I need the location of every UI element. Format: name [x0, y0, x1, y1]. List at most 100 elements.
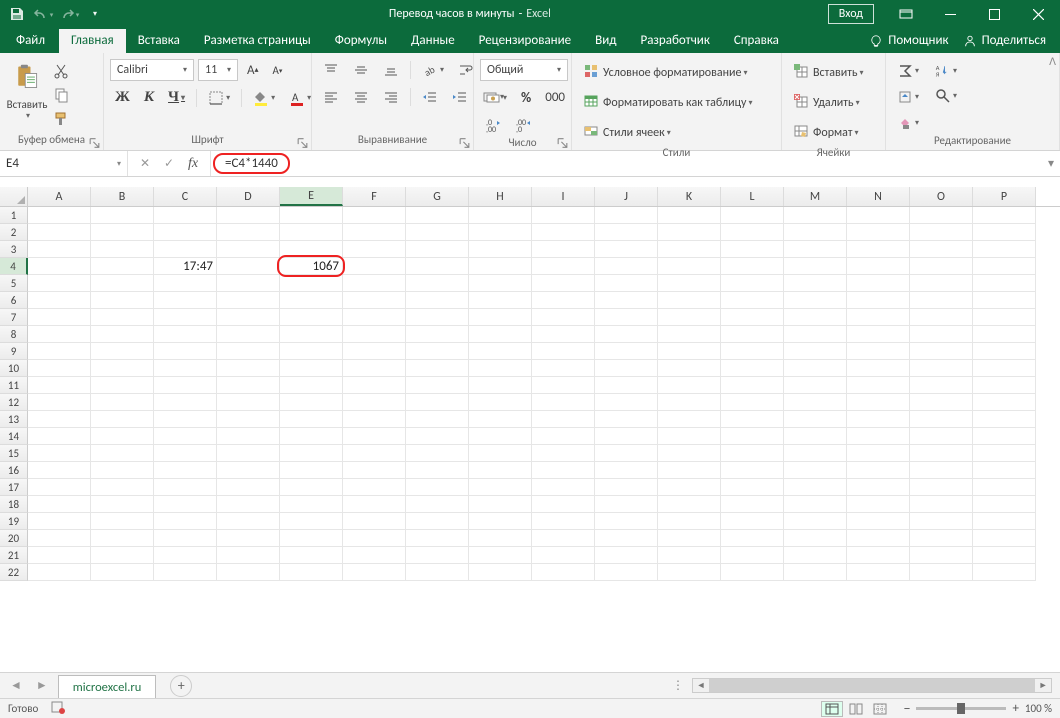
cell[interactable]: [532, 547, 595, 564]
cell[interactable]: [532, 462, 595, 479]
cell[interactable]: [658, 479, 721, 496]
cell[interactable]: [28, 275, 91, 292]
cell[interactable]: [217, 564, 280, 581]
cell[interactable]: [910, 360, 973, 377]
cell[interactable]: [721, 326, 784, 343]
cell[interactable]: [91, 377, 154, 394]
cell[interactable]: [595, 360, 658, 377]
cell[interactable]: [91, 513, 154, 530]
align-middle-icon[interactable]: [349, 60, 373, 80]
column-header[interactable]: D: [217, 187, 280, 206]
cell[interactable]: [595, 547, 658, 564]
cell[interactable]: [721, 224, 784, 241]
cell[interactable]: [28, 377, 91, 394]
cell[interactable]: [154, 377, 217, 394]
cell[interactable]: [280, 377, 343, 394]
border-icon[interactable]: [204, 88, 234, 108]
cell[interactable]: [280, 309, 343, 326]
cell[interactable]: [847, 309, 910, 326]
cell[interactable]: [658, 530, 721, 547]
cell[interactable]: [532, 564, 595, 581]
cell[interactable]: [973, 360, 1036, 377]
cell[interactable]: [469, 462, 532, 479]
cell[interactable]: [784, 394, 847, 411]
tab-formulas[interactable]: Формулы: [323, 29, 399, 53]
cell[interactable]: [28, 207, 91, 224]
cell[interactable]: [721, 360, 784, 377]
cell[interactable]: [343, 547, 406, 564]
cell[interactable]: [595, 479, 658, 496]
sheet-nav-next-icon[interactable]: ►: [36, 678, 48, 693]
clipboard-launcher-icon[interactable]: [88, 136, 101, 149]
cell[interactable]: [28, 513, 91, 530]
cell[interactable]: [910, 445, 973, 462]
cell[interactable]: [721, 207, 784, 224]
cell[interactable]: [154, 292, 217, 309]
tab-view[interactable]: Вид: [583, 29, 628, 53]
cell[interactable]: [721, 394, 784, 411]
column-header[interactable]: O: [910, 187, 973, 206]
cell[interactable]: [406, 496, 469, 513]
fill-icon[interactable]: [893, 87, 923, 107]
cell[interactable]: [847, 224, 910, 241]
cell[interactable]: [595, 377, 658, 394]
cell[interactable]: [532, 275, 595, 292]
cell[interactable]: [847, 547, 910, 564]
cell[interactable]: [784, 411, 847, 428]
expand-formula-bar-icon[interactable]: ▾: [1042, 151, 1060, 176]
cell[interactable]: [91, 258, 154, 275]
cell[interactable]: [217, 326, 280, 343]
cell[interactable]: [532, 513, 595, 530]
column-header[interactable]: N: [847, 187, 910, 206]
cell[interactable]: [280, 343, 343, 360]
cell[interactable]: [469, 564, 532, 581]
zoom-out-icon[interactable]: −: [903, 700, 910, 717]
row-header[interactable]: 5: [0, 275, 28, 292]
cell[interactable]: [406, 224, 469, 241]
cell[interactable]: [280, 547, 343, 564]
cell[interactable]: 1067: [280, 258, 343, 275]
conditional-formatting[interactable]: Условное форматирование: [579, 61, 751, 85]
scroll-thumb[interactable]: [709, 679, 1035, 692]
cell[interactable]: [595, 445, 658, 462]
cell[interactable]: [658, 292, 721, 309]
cell[interactable]: [658, 564, 721, 581]
cell[interactable]: [154, 275, 217, 292]
find-select-icon[interactable]: [931, 86, 961, 106]
cell[interactable]: [406, 547, 469, 564]
cell[interactable]: [532, 343, 595, 360]
cell[interactable]: [28, 428, 91, 445]
cell[interactable]: [721, 411, 784, 428]
cell[interactable]: [847, 207, 910, 224]
cell[interactable]: [847, 241, 910, 258]
cell[interactable]: [91, 428, 154, 445]
align-top-icon[interactable]: [319, 60, 343, 80]
alignment-launcher-icon[interactable]: [458, 136, 471, 149]
indent-increase-icon[interactable]: [448, 87, 472, 107]
cell[interactable]: [973, 292, 1036, 309]
decrease-decimal-icon[interactable]: ,00,0: [511, 115, 535, 135]
cell[interactable]: [784, 275, 847, 292]
cell[interactable]: [784, 360, 847, 377]
cell[interactable]: [154, 445, 217, 462]
undo-icon[interactable]: ▾: [32, 3, 54, 25]
cell-styles[interactable]: Стили ячеек: [579, 121, 675, 145]
cell[interactable]: [280, 428, 343, 445]
cell[interactable]: [343, 292, 406, 309]
cell[interactable]: [973, 496, 1036, 513]
cell[interactable]: [658, 428, 721, 445]
delete-cells[interactable]: Удалить: [789, 91, 864, 115]
cell[interactable]: [784, 530, 847, 547]
cell[interactable]: [847, 428, 910, 445]
cell[interactable]: [28, 309, 91, 326]
cell[interactable]: [721, 258, 784, 275]
cell[interactable]: [721, 496, 784, 513]
format-painter-icon[interactable]: [49, 109, 73, 129]
increase-decimal-icon[interactable]: ,0,00: [481, 115, 505, 135]
cell[interactable]: [469, 496, 532, 513]
tab-file[interactable]: Файл: [4, 29, 59, 53]
cell[interactable]: [28, 547, 91, 564]
cell[interactable]: [154, 564, 217, 581]
cell[interactable]: [343, 258, 406, 275]
copy-icon[interactable]: [49, 85, 73, 105]
